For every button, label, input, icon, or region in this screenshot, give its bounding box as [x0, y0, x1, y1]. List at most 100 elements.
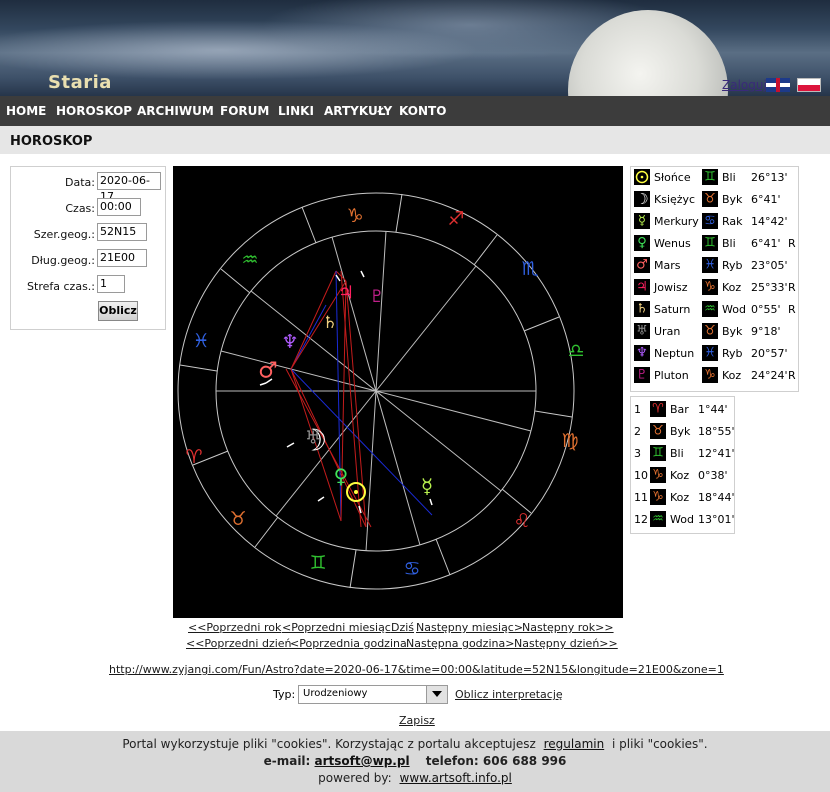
libra-icon: ♎ [567, 340, 584, 362]
neptune-icon: ♆ [281, 331, 298, 353]
main-nav: HOME HOROSKOP ARCHIWUM FORUM LINKI ARTYK… [0, 96, 830, 126]
english-flag-icon[interactable] [766, 78, 790, 92]
planet-degree: 23°05' [751, 259, 788, 272]
timezone-input[interactable]: 1 [97, 275, 125, 293]
planet-name: Wenus [654, 237, 691, 250]
svg-text:♑: ♑ [704, 280, 716, 295]
prev-hour-link[interactable]: <Poprzednia godzina [290, 637, 407, 650]
latitude-input[interactable]: 52N15 [97, 223, 147, 241]
today-link[interactable]: Dziś [391, 621, 414, 634]
next-day-link[interactable]: Następny dzień>> [514, 637, 618, 650]
login-link[interactable]: Zaloguj [722, 78, 767, 92]
svg-text:♆: ♆ [636, 346, 648, 361]
svg-text:☿: ☿ [638, 214, 646, 229]
house-lines [216, 230, 536, 552]
time-label: Czas: [65, 202, 95, 215]
nav-linki[interactable]: LINKI [278, 104, 314, 118]
neptune-icon: ♆ [634, 345, 650, 361]
type-select[interactable]: Urodzeniowy [298, 685, 448, 704]
footer: Portal wykorzystuje pliki "cookies". Kor… [0, 731, 830, 792]
aquarius-icon: ♒ [650, 511, 666, 527]
jupiter-icon: ♃ [338, 283, 354, 304]
jupiter-icon: ♃ [634, 279, 650, 295]
leo-icon: ♌ [513, 510, 530, 532]
svg-text:♃: ♃ [636, 280, 648, 295]
house-row: 11 ♑ Koz 18°44' [631, 487, 735, 509]
planet-sign: Koz [722, 281, 742, 294]
house-sign: Koz [670, 469, 690, 482]
nav-horoskop[interactable]: HOROSKOP [56, 104, 132, 118]
cookies-text: Portal wykorzystuje pliki "cookies". Kor… [122, 737, 536, 751]
prev-year-link[interactable]: <<Poprzedni rok [188, 621, 281, 634]
planet-name: Pluton [654, 369, 689, 382]
svg-text:♊: ♊ [704, 236, 716, 251]
save-link[interactable]: Zapisz [399, 714, 435, 727]
house-degree: 1°44' [698, 403, 728, 416]
planet-name: Saturn [654, 303, 691, 316]
svg-text:♑: ♑ [652, 490, 664, 505]
planets-table: Słońce ♊ Bli 26°13' ☽ Księżyc ♉ Byk 6°41… [630, 166, 799, 392]
house-row: 12 ♒ Wod 13°01' [631, 509, 735, 531]
polish-flag-icon[interactable] [797, 78, 821, 92]
site-title[interactable]: Staria [48, 72, 112, 93]
next-hour-link[interactable]: Następna godzina> [406, 637, 514, 650]
permalink-url[interactable]: http://www.zyjangi.com/Fun/Astro?date=20… [109, 663, 724, 676]
planet-name: Słońce [654, 171, 691, 184]
next-year-link[interactable]: Następny rok>> [522, 621, 614, 634]
planet-name: Jowisz [654, 281, 688, 294]
house-number: 2 [634, 425, 641, 438]
house-degree: 18°55' [698, 425, 735, 438]
nav-home[interactable]: HOME [6, 104, 46, 118]
planet-row: ♃ Jowisz ♑ Koz 25°33' R [631, 277, 798, 299]
planet-retro: R [788, 237, 796, 250]
aries-icon: ♈ [185, 446, 202, 468]
house-number: 11 [634, 491, 648, 504]
prev-day-link[interactable]: <<Poprzedni dzień [186, 637, 292, 650]
house-sign: Byk [670, 425, 691, 438]
planet-name: Uran [654, 325, 681, 338]
svg-text:♇: ♇ [636, 368, 648, 383]
taurus-icon: ♉ [650, 423, 666, 439]
moon-icon: ☽ [634, 191, 650, 207]
email-link[interactable]: artsoft@wp.pl [315, 754, 410, 768]
planet-retro: R [788, 303, 796, 316]
pisces-icon: ♓ [702, 345, 718, 361]
calculate-button[interactable]: Oblicz [98, 301, 138, 321]
date-label: Data: [65, 176, 95, 189]
chevron-down-icon[interactable] [426, 686, 447, 703]
planet-row: ♂ Mars ♓ Ryb 23°05' [631, 255, 798, 277]
cookies-text-2: i pliki "cookies". [612, 737, 708, 751]
date-input[interactable]: 2020-06-17 [97, 172, 161, 203]
svg-text:♓: ♓ [704, 258, 716, 273]
planet-degree: 9°18' [751, 325, 781, 338]
nav-archiwum[interactable]: ARCHIWUM [137, 104, 214, 118]
svg-text:♄: ♄ [636, 302, 648, 317]
house-sign: Bli [670, 447, 684, 460]
pisces-icon: ♓ [192, 330, 209, 352]
mars-icon: ♂ [634, 257, 650, 273]
house-row: 1 ♈ Bar 1°44' [631, 399, 734, 421]
pisces-icon: ♓ [702, 257, 718, 273]
svg-text:♑: ♑ [704, 368, 716, 383]
scorpio-icon: ♏ [521, 258, 538, 280]
interpretation-link[interactable]: Oblicz interpretację [455, 688, 563, 701]
house-sign: Koz [670, 491, 690, 504]
prev-month-link[interactable]: <Poprzedni miesiąc [282, 621, 391, 634]
svg-text:♅: ♅ [636, 324, 648, 339]
nav-konto[interactable]: KONTO [399, 104, 446, 118]
planet-degree: 26°13' [751, 171, 788, 184]
regulamin-link[interactable]: regulamin [544, 737, 605, 751]
planet-degree: 14°42' [751, 215, 788, 228]
planet-row: ♅ Uran ♉ Byk 9°18' [631, 321, 798, 343]
longitude-input[interactable]: 21E00 [97, 249, 147, 267]
phone-text: telefon: 606 688 996 [425, 754, 567, 768]
nav-forum[interactable]: FORUM [220, 104, 269, 118]
svg-text:♈: ♈ [652, 402, 664, 417]
powered-link[interactable]: www.artsoft.info.pl [400, 771, 512, 785]
next-month-link[interactable]: Następny miesiąc> [416, 621, 523, 634]
cancer-icon: ♋ [403, 558, 420, 580]
venus-icon: ♀ [634, 235, 650, 251]
nav-artykuly[interactable]: ARTYKUŁY [324, 104, 392, 118]
time-input[interactable]: 00:00 [97, 198, 141, 216]
svg-text:♉: ♉ [704, 324, 716, 339]
